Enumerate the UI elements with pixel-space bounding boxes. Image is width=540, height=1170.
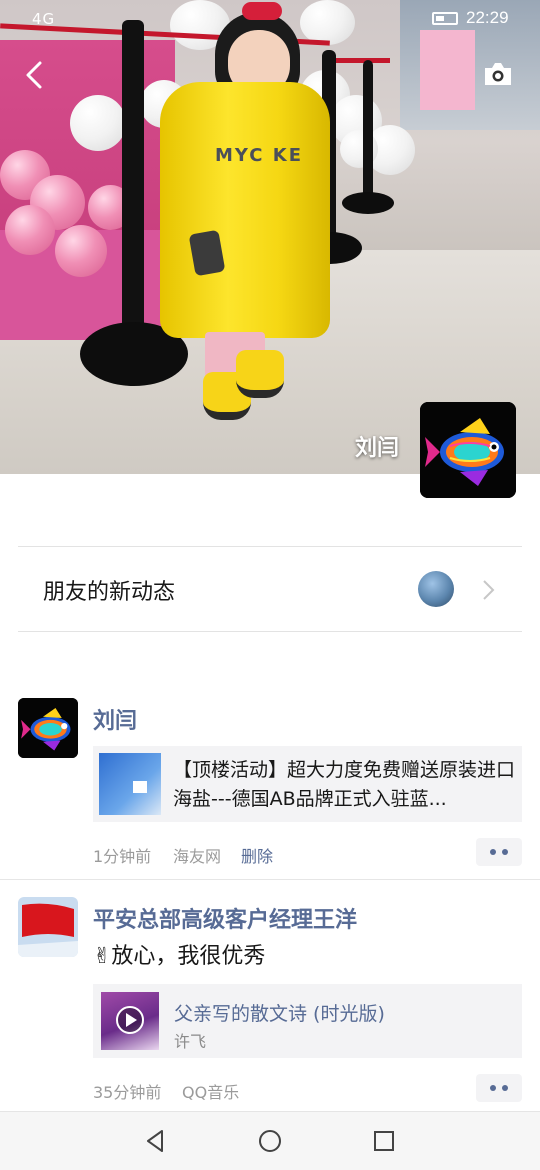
- coat-print-text: MYC KE: [215, 145, 304, 166]
- fish-avatar-art: [18, 698, 78, 758]
- link-thumbnail: [99, 753, 161, 815]
- post-author[interactable]: 平安总部高级客户经理王洋: [93, 902, 357, 934]
- shared-link-card[interactable]: 【顶楼活动】超大力度免费赠送原装进口海盐---德国AB品牌正式入驻蓝...: [93, 746, 522, 822]
- link-title: 【顶楼活动】超大力度免费赠送原装进口海盐---德国AB品牌正式入驻蓝...: [173, 759, 515, 810]
- chevron-right-icon: [483, 580, 495, 600]
- dot-icon: [502, 1085, 508, 1091]
- post-time: 35分钟前: [93, 1083, 162, 1102]
- music-title: 父亲写的散文诗 (时光版): [174, 1003, 385, 1025]
- post-text: ✌放心，我很优秀: [93, 944, 266, 969]
- profile-avatar[interactable]: [420, 402, 516, 498]
- square-recents-icon[interactable]: [370, 1127, 398, 1155]
- camera-icon[interactable]: [482, 60, 514, 88]
- moments-page: MYC KE 4G 22:29 刘闫 朋友的新动态 刘闫 【顶楼活动】超大力度免…: [0, 0, 540, 1170]
- dot-icon: [502, 849, 508, 855]
- music-artist: 许飞: [174, 1032, 207, 1051]
- shared-music-card[interactable]: 父亲写的散文诗 (时光版) 许飞: [93, 984, 522, 1058]
- more-actions-button[interactable]: [476, 1074, 522, 1102]
- post-source: QQ音乐: [182, 1083, 240, 1102]
- post-avatar[interactable]: [18, 897, 78, 957]
- battery-icon: [432, 12, 458, 25]
- flag-avatar-art: [18, 897, 78, 957]
- dot-icon: [490, 1085, 496, 1091]
- friends-updates-row[interactable]: 朋友的新动态: [18, 547, 522, 631]
- dot-icon: [490, 849, 496, 855]
- post-source: 海友网: [173, 847, 222, 866]
- profile-name: 刘闫: [355, 436, 400, 461]
- circle-home-icon[interactable]: [256, 1127, 284, 1155]
- friend-avatar: [418, 571, 454, 607]
- play-icon: [116, 1006, 144, 1034]
- back-chevron-icon[interactable]: [22, 60, 48, 90]
- post-avatar[interactable]: [18, 698, 78, 758]
- status-time: 22:29: [466, 8, 509, 27]
- system-navbar: [0, 1111, 540, 1170]
- delete-link[interactable]: 删除: [241, 843, 273, 867]
- triangle-back-icon[interactable]: [142, 1127, 170, 1155]
- fish-avatar-art: [420, 402, 516, 498]
- music-thumbnail: [101, 992, 159, 1050]
- post-time: 1分钟前: [93, 847, 152, 866]
- status-bar: 4G 22:29: [0, 0, 540, 36]
- signal-indicator: 4G: [32, 10, 56, 28]
- friends-updates-label: 朋友的新动态: [43, 580, 176, 605]
- post-author[interactable]: 刘闫: [93, 703, 137, 735]
- more-actions-button[interactable]: [476, 838, 522, 866]
